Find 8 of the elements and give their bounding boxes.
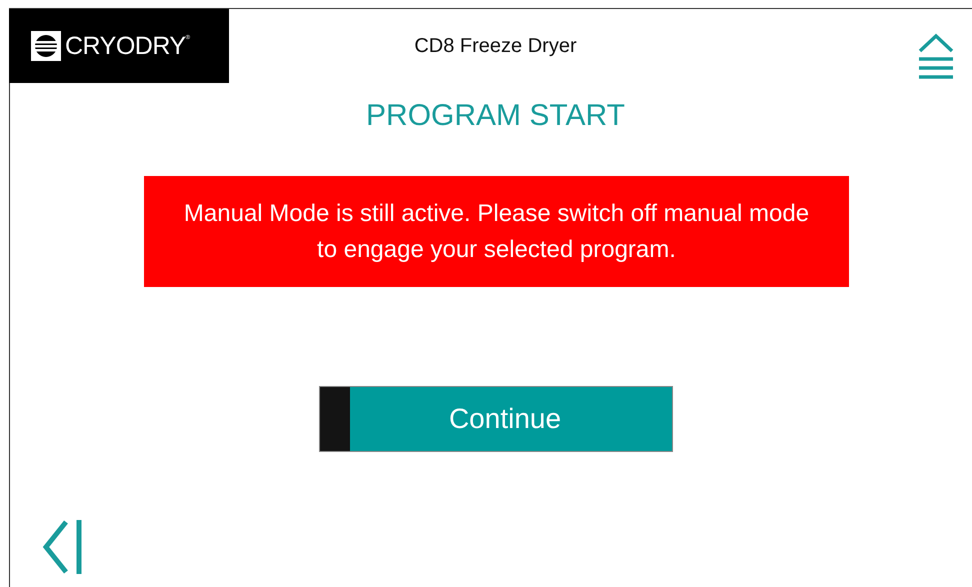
header-title: CD8 Freeze Dryer: [414, 36, 577, 56]
back-icon[interactable]: [42, 518, 84, 576]
screen-title: PROGRAM START: [366, 101, 625, 131]
logo-text: CRYODRY$^{®}$: [65, 34, 190, 58]
continue-button[interactable]: Continue: [319, 386, 673, 452]
alert-message: Manual Mode is still active. Please switch off manual mode to engage your selected program.: [182, 198, 810, 264]
menu-icon[interactable]: [918, 33, 954, 80]
logo-icon: [31, 31, 61, 61]
